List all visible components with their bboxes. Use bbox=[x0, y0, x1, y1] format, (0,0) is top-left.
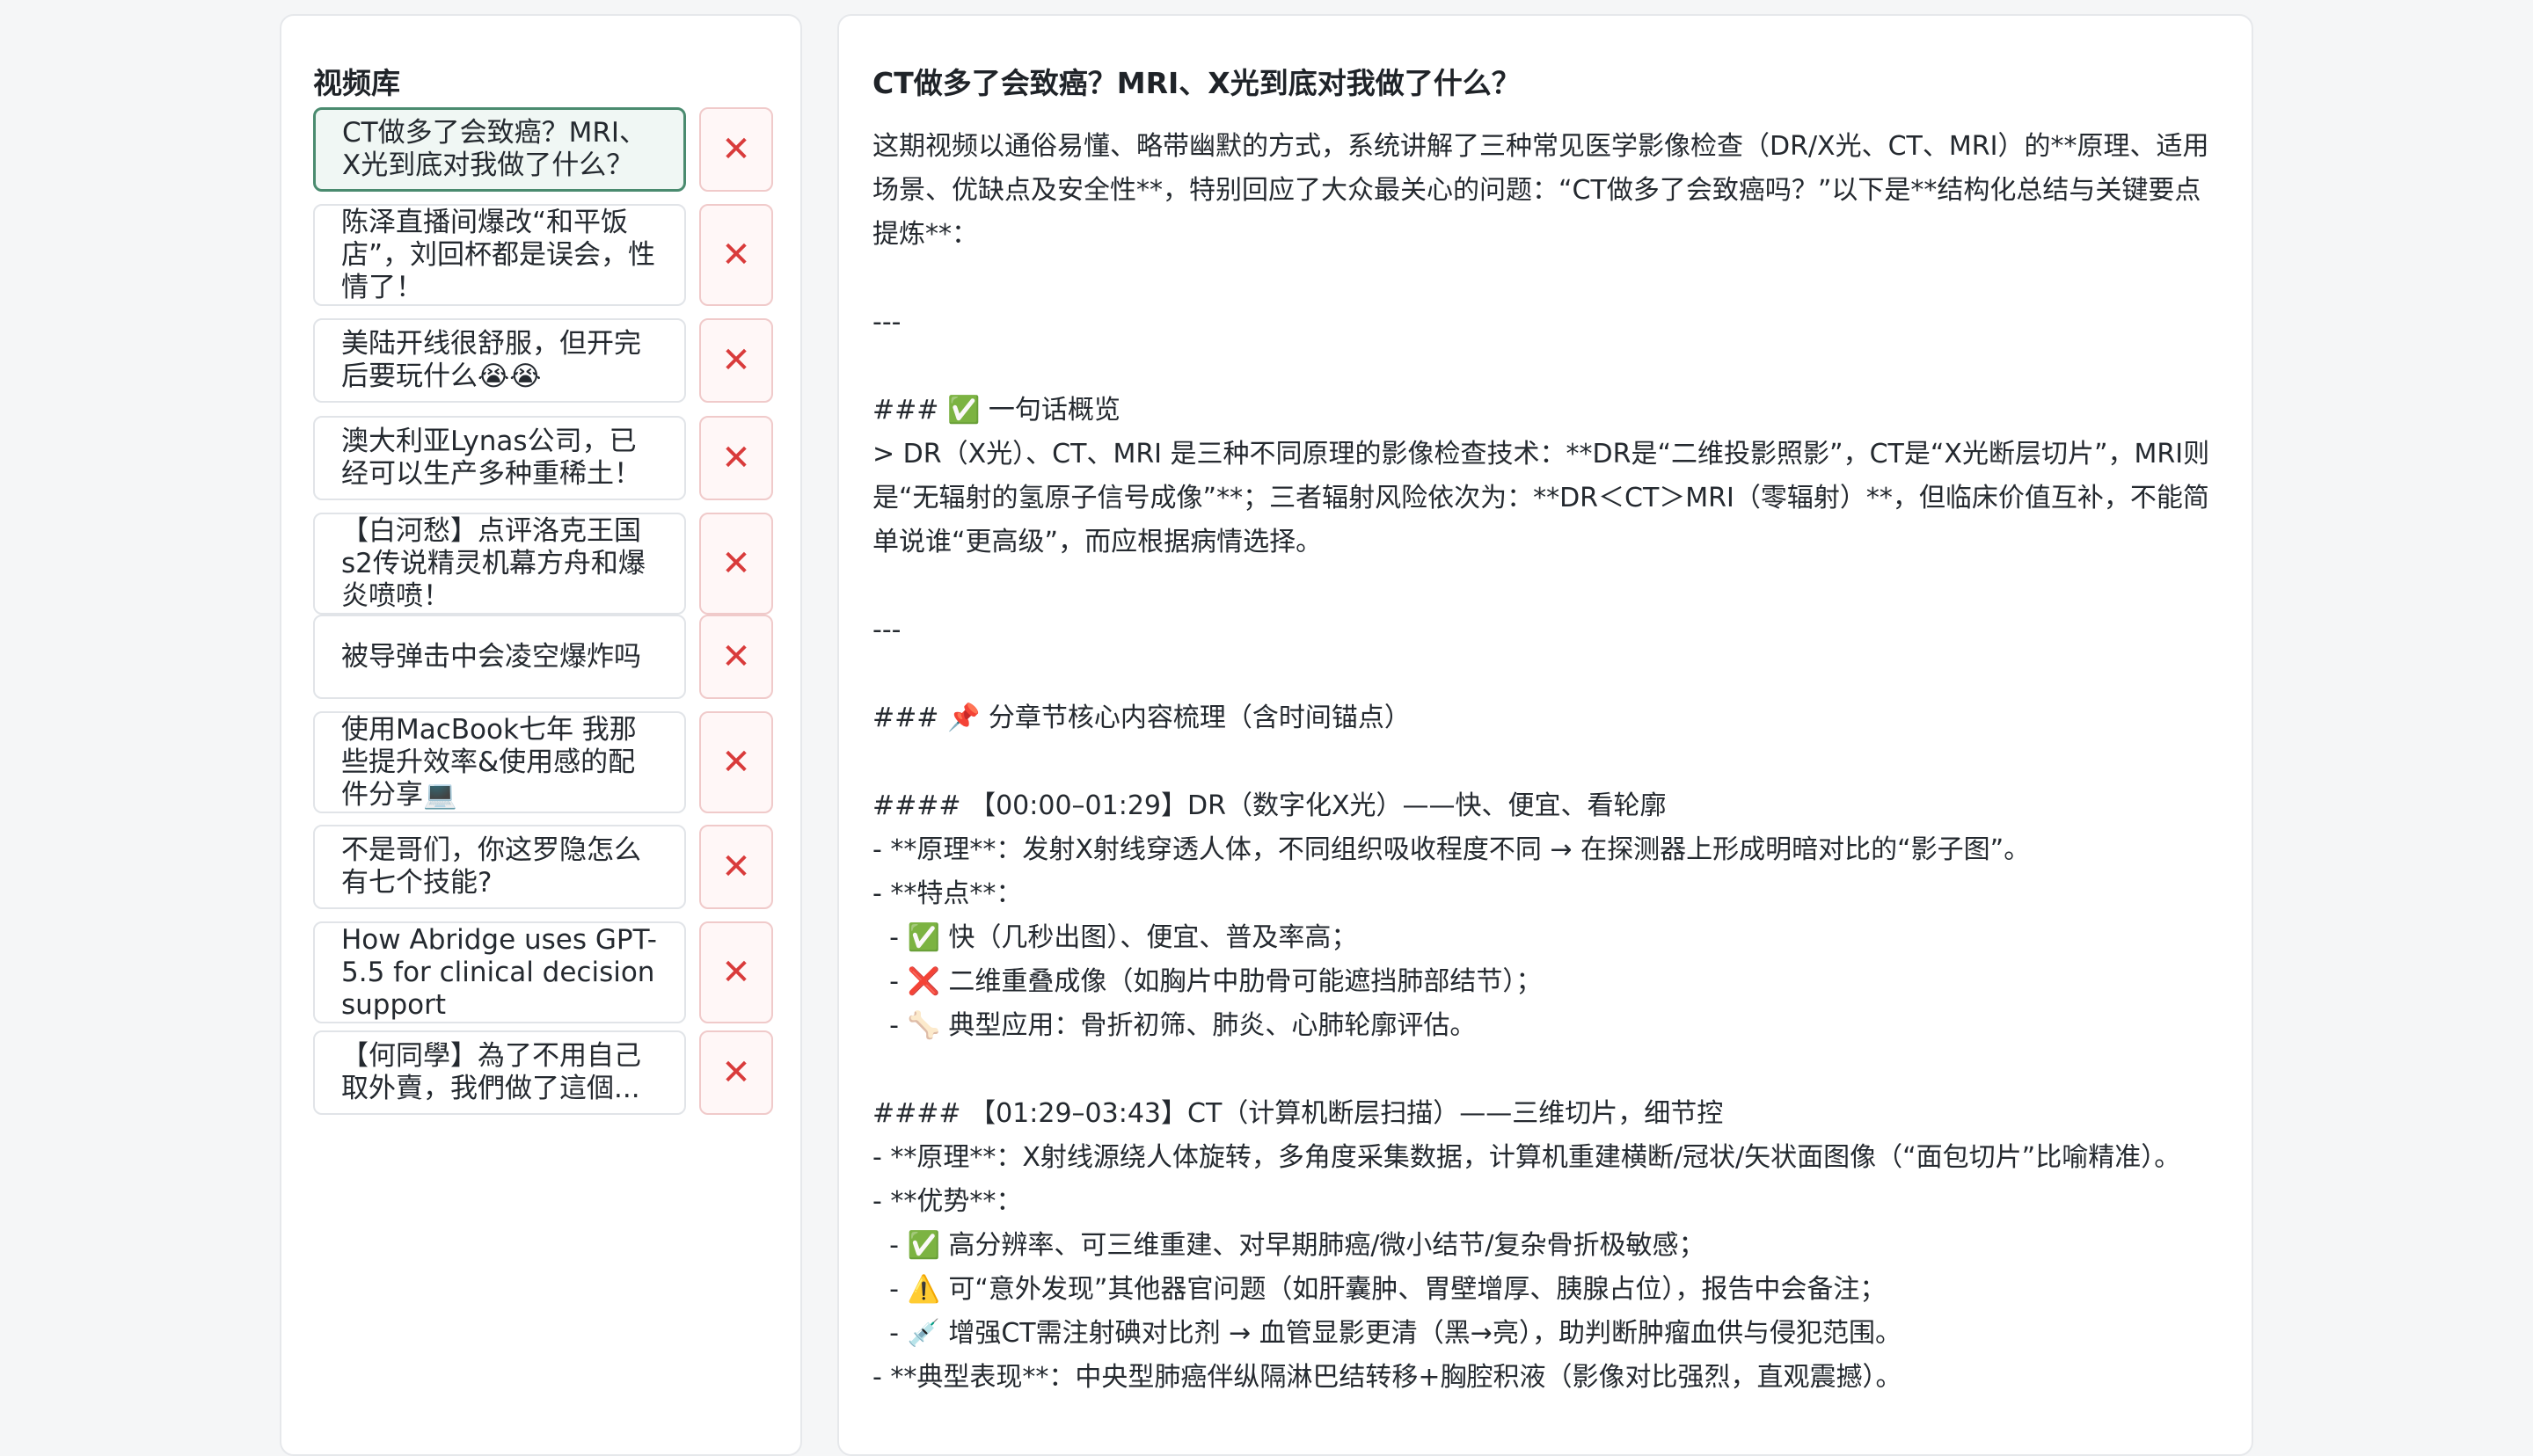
video-item-title: 美陆开线很舒服，但开完后要玩什么😭😭 bbox=[341, 328, 641, 392]
video-item-title: 使用MacBook七年 我那些提升效率&使用感的配件分享💻 bbox=[341, 713, 637, 811]
close-icon: ✕ bbox=[721, 742, 751, 783]
video-list-item[interactable]: 使用MacBook七年 我那些提升效率&使用感的配件分享💻 bbox=[313, 711, 686, 813]
video-list-item[interactable]: 美陆开线很舒服，但开完后要玩什么😭😭 bbox=[313, 318, 686, 403]
video-library-panel: 视频库 CT做多了会致癌？MRI、X光到底对我做了什么？ ✕ 陈泽直播间爆改“和平饭… bbox=[280, 14, 802, 1456]
delete-video-button[interactable]: ✕ bbox=[699, 921, 773, 1023]
delete-video-button[interactable]: ✕ bbox=[699, 107, 773, 192]
video-item-title: CT做多了会致癌？MRI、X光到底对我做了什么？ bbox=[342, 117, 647, 181]
delete-video-button[interactable]: ✕ bbox=[699, 204, 773, 306]
close-icon: ✕ bbox=[721, 543, 751, 584]
video-item-title: 【白河愁】点评洛克王国s2传说精灵机幕方舟和爆炎喷喷！ bbox=[341, 514, 646, 612]
video-item-title: How Abridge uses GPT-5.5 for clinical de… bbox=[341, 923, 657, 1021]
video-list-item[interactable]: 陈泽直播间爆改“和平饭店”，刘回杯都是误会，性情了！ bbox=[313, 204, 686, 306]
video-item-title: 陈泽直播间爆改“和平饭店”，刘回杯都是误会，性情了！ bbox=[341, 206, 656, 303]
delete-video-button[interactable]: ✕ bbox=[699, 1030, 773, 1115]
close-icon: ✕ bbox=[721, 637, 751, 677]
video-item-title: 【何同學】為了不用自己取外賣，我們做了這個... bbox=[341, 1040, 641, 1104]
delete-video-button[interactable]: ✕ bbox=[699, 513, 773, 615]
video-list-item[interactable]: How Abridge uses GPT-5.5 for clinical de… bbox=[313, 921, 686, 1023]
summary-panel: CT做多了会致癌？MRI、X光到底对我做了什么？ 这期视频以通俗易懂、略带幽默的… bbox=[837, 14, 2253, 1456]
video-list-item[interactable]: 【白河愁】点评洛克王国s2传说精灵机幕方舟和爆炎喷喷！ bbox=[313, 513, 686, 615]
close-icon: ✕ bbox=[721, 952, 751, 993]
summary-text: 这期视频以通俗易懂、略带幽默的方式，系统讲解了三种常见医学影像检查（DR/X光、… bbox=[872, 131, 2210, 1393]
delete-video-button[interactable]: ✕ bbox=[699, 318, 773, 403]
delete-video-button[interactable]: ✕ bbox=[699, 615, 773, 699]
video-list-item[interactable]: 【何同學】為了不用自己取外賣，我們做了這個... bbox=[313, 1030, 686, 1115]
delete-video-button[interactable]: ✕ bbox=[699, 711, 773, 813]
video-item-title: 不是哥们，你这罗隐怎么有七个技能? bbox=[341, 834, 641, 899]
delete-video-button[interactable]: ✕ bbox=[699, 825, 773, 909]
video-list-item[interactable]: CT做多了会致癌？MRI、X光到底对我做了什么？ bbox=[313, 107, 686, 192]
delete-video-button[interactable]: ✕ bbox=[699, 416, 773, 500]
close-icon: ✕ bbox=[721, 340, 751, 381]
close-icon: ✕ bbox=[721, 438, 751, 478]
sidebar-title: 视频库 bbox=[313, 66, 400, 100]
video-item-title: 被导弹击中会凌空爆炸吗 bbox=[341, 640, 641, 673]
video-item-title: 澳大利亚Lynas公司，已经可以生产多种重稀土！ bbox=[341, 426, 641, 490]
page-title: CT做多了会致癌？MRI、X光到底对我做了什么？ bbox=[872, 66, 1521, 100]
close-icon: ✕ bbox=[721, 235, 751, 275]
close-icon: ✕ bbox=[721, 1052, 751, 1093]
video-list-item[interactable]: 被导弹击中会凌空爆炸吗 bbox=[313, 615, 686, 699]
close-icon: ✕ bbox=[721, 847, 751, 887]
video-list-item[interactable]: 澳大利亚Lynas公司，已经可以生产多种重稀土！ bbox=[313, 416, 686, 500]
close-icon: ✕ bbox=[721, 129, 751, 170]
video-list-item[interactable]: 不是哥们，你这罗隐怎么有七个技能? bbox=[313, 825, 686, 909]
